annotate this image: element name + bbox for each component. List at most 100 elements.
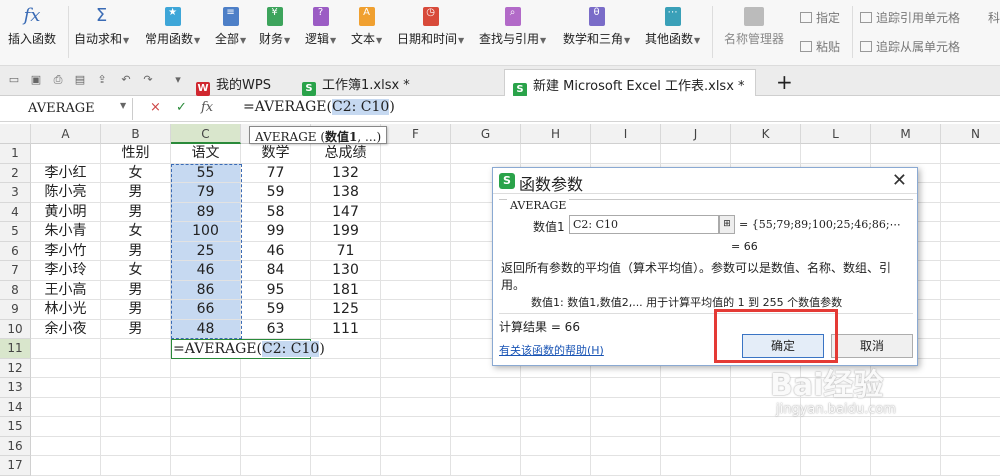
cell-b13[interactable] xyxy=(101,378,171,398)
cell-m17[interactable] xyxy=(871,456,941,476)
cell-i13[interactable] xyxy=(591,378,661,398)
preview-icon[interactable]: ▤ xyxy=(74,74,86,86)
select-all-corner[interactable] xyxy=(0,124,31,144)
row-header-12[interactable]: 12 xyxy=(0,358,31,378)
cell-g14[interactable] xyxy=(451,397,521,417)
row-header-17[interactable]: 17 xyxy=(0,456,31,476)
cell-f6[interactable] xyxy=(381,241,451,261)
cell-e7[interactable]: 130 xyxy=(311,261,381,281)
cell-d1[interactable]: 数学 xyxy=(241,144,311,164)
close-icon[interactable]: ✕ xyxy=(892,170,907,191)
cell-f15[interactable] xyxy=(381,417,451,437)
cell-g13[interactable] xyxy=(451,378,521,398)
cell-e4[interactable]: 147 xyxy=(311,202,381,222)
cell-b2[interactable]: 女 xyxy=(101,163,171,183)
cell-c6[interactable]: 25 xyxy=(171,241,241,261)
autosum-button[interactable]: Σ 自动求和▼ xyxy=(74,4,129,50)
cell-f12[interactable] xyxy=(381,358,451,378)
cell-j13[interactable] xyxy=(661,378,731,398)
cell-b5[interactable]: 女 xyxy=(101,222,171,242)
cell-e13[interactable] xyxy=(311,378,381,398)
paste-name-button[interactable]: 粘贴 xyxy=(800,38,840,55)
cell-a16[interactable] xyxy=(31,436,101,456)
cell-e14[interactable] xyxy=(311,397,381,417)
column-header-l[interactable]: L xyxy=(801,124,871,144)
number1-input[interactable]: C2: C10 xyxy=(569,215,719,234)
cell-a17[interactable] xyxy=(31,456,101,476)
cell-i17[interactable] xyxy=(591,456,661,476)
cell-n2[interactable] xyxy=(941,164,1000,183)
cell-j1[interactable] xyxy=(661,144,731,164)
cell-d7[interactable]: 84 xyxy=(241,261,311,281)
row-header-1[interactable]: 1 xyxy=(0,144,31,164)
cell-l1[interactable] xyxy=(801,144,871,164)
cell-k17[interactable] xyxy=(731,456,801,476)
cell-h1[interactable] xyxy=(521,144,591,164)
cell-c4[interactable]: 89 xyxy=(171,202,241,222)
column-header-f[interactable]: F xyxy=(381,124,451,144)
cell-l15[interactable] xyxy=(801,417,871,437)
cell-a3[interactable]: 陈小亮 xyxy=(31,183,101,203)
cell-b1[interactable]: 性别 xyxy=(101,144,171,164)
cell-g15[interactable] xyxy=(451,417,521,437)
cell-f14[interactable] xyxy=(381,397,451,417)
row-header-2[interactable]: 2 xyxy=(0,163,31,183)
cell-n4[interactable] xyxy=(941,203,1000,222)
row-header-14[interactable]: 14 xyxy=(0,397,31,417)
cell-c10[interactable]: 48 xyxy=(171,319,241,339)
other-functions-button[interactable]: ⋯ 其他函数▼ xyxy=(645,4,700,50)
chevron-down-icon[interactable]: ▼ xyxy=(120,101,126,110)
cell-d15[interactable] xyxy=(241,417,311,437)
cell-n12[interactable] xyxy=(941,359,1000,378)
cell-c16[interactable] xyxy=(171,436,241,456)
row-header-8[interactable]: 8 xyxy=(0,280,31,300)
cell-b8[interactable]: 男 xyxy=(101,280,171,300)
cell-d9[interactable]: 59 xyxy=(241,300,311,320)
cell-b3[interactable]: 男 xyxy=(101,183,171,203)
row-header-7[interactable]: 7 xyxy=(0,261,31,281)
cell-h14[interactable] xyxy=(521,397,591,417)
cell-n7[interactable] xyxy=(941,261,1000,281)
cell-b14[interactable] xyxy=(101,397,171,417)
cell-d14[interactable] xyxy=(241,397,311,417)
cell-c7[interactable]: 46 xyxy=(171,261,241,281)
cell-f2[interactable] xyxy=(381,163,451,183)
redo-icon[interactable]: ↷ xyxy=(142,74,154,86)
cell-d8[interactable]: 95 xyxy=(241,280,311,300)
cell-h13[interactable] xyxy=(521,378,591,398)
cell-d2[interactable]: 77 xyxy=(241,163,311,183)
cell-d3[interactable]: 59 xyxy=(241,183,311,203)
cell-n17[interactable] xyxy=(941,456,1000,476)
cell-b17[interactable] xyxy=(101,456,171,476)
cell-f5[interactable] xyxy=(381,222,451,242)
cell-n16[interactable] xyxy=(941,437,1000,456)
dialog-titlebar[interactable]: S 函数参数 ✕ xyxy=(493,168,917,194)
cell-b11[interactable] xyxy=(101,339,171,359)
column-header-g[interactable]: G xyxy=(451,124,521,144)
cell-b7[interactable]: 女 xyxy=(101,261,171,281)
cell-e5[interactable]: 199 xyxy=(311,222,381,242)
row-header-11[interactable]: 11 xyxy=(0,339,31,359)
tab-my-wps[interactable]: W 我的WPS xyxy=(188,69,281,96)
cell-n11[interactable] xyxy=(941,339,1000,359)
datetime-button[interactable]: ◷ 日期和时间▼ xyxy=(397,4,464,50)
cell-n13[interactable] xyxy=(941,378,1000,398)
cell-e1[interactable]: 总成绩 xyxy=(311,144,381,164)
row-header-3[interactable]: 3 xyxy=(0,183,31,203)
cell-k15[interactable] xyxy=(731,417,801,437)
row-header-6[interactable]: 6 xyxy=(0,241,31,261)
row-header-5[interactable]: 5 xyxy=(0,222,31,242)
cell-f10[interactable] xyxy=(381,319,451,339)
cell-n5[interactable] xyxy=(941,222,1000,242)
cell-d4[interactable]: 58 xyxy=(241,202,311,222)
cell-n14[interactable] xyxy=(941,398,1000,417)
add-tab-button[interactable]: + xyxy=(768,69,803,96)
cell-a6[interactable]: 李小竹 xyxy=(31,241,101,261)
cell-e12[interactable] xyxy=(311,358,381,378)
cell-c17[interactable] xyxy=(171,456,241,476)
cell-a5[interactable]: 朱小青 xyxy=(31,222,101,242)
cell-h16[interactable] xyxy=(521,436,591,456)
cell-m16[interactable] xyxy=(871,436,941,456)
cell-b15[interactable] xyxy=(101,417,171,437)
column-header-m[interactable]: M xyxy=(871,124,941,144)
